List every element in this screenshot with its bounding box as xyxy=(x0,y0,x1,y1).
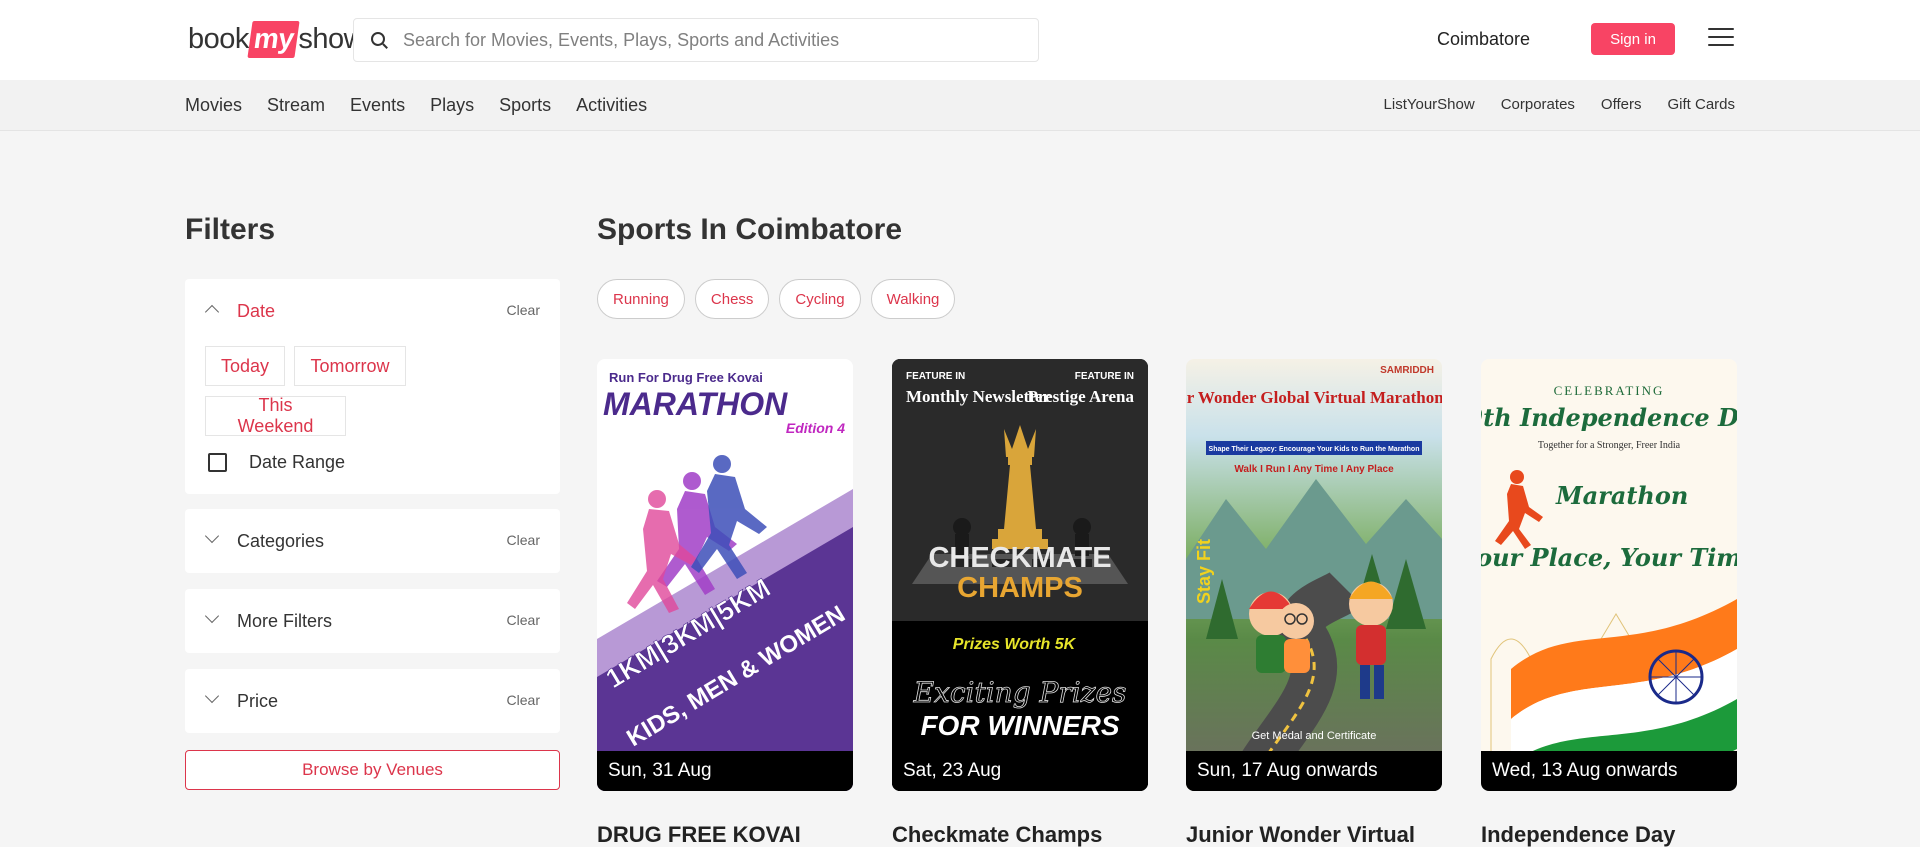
event-poster[interactable]: Run For Drug Free Kovai MARATHON Edition… xyxy=(597,359,853,791)
svg-text:Run For Drug Free Kovai: Run For Drug Free Kovai xyxy=(609,370,763,385)
logo-my: my xyxy=(247,20,300,58)
svg-text:Shape Their Legacy: Encourage: Shape Their Legacy: Encourage Your Kids … xyxy=(1209,446,1420,453)
tag-cycling[interactable]: Cycling xyxy=(779,279,861,319)
svg-text:MARATHON: MARATHON xyxy=(603,386,788,422)
bookmyshow-logo[interactable]: book my show xyxy=(188,18,365,60)
more-filters-panel[interactable]: More Filters Clear xyxy=(185,589,560,653)
svg-text:Prizes Worth 5K: Prizes Worth 5K xyxy=(953,636,1077,653)
hamburger-menu-icon[interactable] xyxy=(1708,28,1734,48)
marathon-poster-art: Run For Drug Free Kovai MARATHON Edition… xyxy=(597,370,853,791)
event-card[interactable]: SAMRIDDH Junior Wonder Global Virtual Ma… xyxy=(1186,359,1442,847)
chevron-down-icon xyxy=(204,608,220,624)
event-date: Sat, 23 Aug xyxy=(892,751,1148,791)
svg-text:Walk I Run I Any Time I Any Pl: Walk I Run I Any Time I Any Place xyxy=(1234,464,1394,475)
svg-text:CELEBRATING: CELEBRATING xyxy=(1554,383,1665,398)
tag-walking[interactable]: Walking xyxy=(870,279,956,319)
event-card[interactable]: FEATURE IN FEATURE IN Monthly Newsletter… xyxy=(892,359,1148,847)
price-filter-panel[interactable]: Price Clear xyxy=(185,669,560,733)
browse-by-venues-button[interactable]: Browse by Venues xyxy=(185,750,560,790)
search-input[interactable] xyxy=(403,20,1038,60)
svg-text:CHECKMATE: CHECKMATE xyxy=(928,542,1111,574)
more-filters-title: More Filters xyxy=(237,611,333,631)
chevron-down-icon xyxy=(204,688,220,704)
svg-text:79th Independence Day: 79th Independence Day xyxy=(1481,403,1737,432)
nav-events[interactable]: Events xyxy=(350,95,405,116)
sign-in-button[interactable]: Sign in xyxy=(1591,23,1675,55)
filters-heading: Filters xyxy=(185,213,276,246)
date-clear-link[interactable]: Clear xyxy=(507,302,540,318)
chess-poster-art: FEATURE IN FEATURE IN Monthly Newsletter… xyxy=(892,359,1148,791)
svg-text:Your Place, Your Time: Your Place, Your Time xyxy=(1481,543,1737,572)
nav-movies[interactable]: Movies xyxy=(185,95,242,116)
date-option-tomorrow[interactable]: Tomorrow xyxy=(294,346,406,386)
svg-text:Get Medal and Certificate: Get Medal and Certificate xyxy=(1252,730,1377,742)
logo-book: book xyxy=(188,22,249,55)
svg-text:FEATURE IN: FEATURE IN xyxy=(906,371,965,382)
svg-text:Junior Wonder Global Virtual M: Junior Wonder Global Virtual Marathon 20… xyxy=(1186,388,1442,407)
event-title[interactable]: Junior Wonder Virtual xyxy=(1186,822,1415,847)
svg-text:Stay Fit: Stay Fit xyxy=(1194,539,1214,604)
tag-chess[interactable]: Chess xyxy=(694,279,770,319)
chevron-down-icon xyxy=(204,528,220,544)
nav-activities[interactable]: Activities xyxy=(576,95,647,116)
nav-sports[interactable]: Sports xyxy=(499,95,551,116)
svg-text:SAMRIDDH: SAMRIDDH xyxy=(1380,365,1434,376)
categories-filter-panel[interactable]: Categories Clear xyxy=(185,509,560,573)
city-selector[interactable]: Coimbatore xyxy=(1437,29,1530,50)
tag-running[interactable]: Running xyxy=(597,279,685,319)
nav-listyourshow[interactable]: ListYourShow xyxy=(1384,96,1475,113)
svg-text:Exciting Prizes: Exciting Prizes xyxy=(913,676,1127,709)
event-card[interactable]: CELEBRATING 79th Independence Day Togeth… xyxy=(1481,359,1737,847)
svg-text:FEATURE IN: FEATURE IN xyxy=(1075,371,1134,382)
date-option-today[interactable]: Today xyxy=(205,346,285,386)
event-title[interactable]: Independence Day xyxy=(1481,822,1675,847)
junior-marathon-poster-art: SAMRIDDH Junior Wonder Global Virtual Ma… xyxy=(1186,365,1442,791)
independence-day-poster-art: CELEBRATING 79th Independence Day Togeth… xyxy=(1481,383,1737,791)
nav-plays[interactable]: Plays xyxy=(430,95,474,116)
date-filter-panel: Date Clear Today Tomorrow This Weekend D… xyxy=(185,279,560,494)
svg-text:CHAMPS: CHAMPS xyxy=(957,572,1083,604)
top-header: bookmyshow Coimbatore Sign in xyxy=(0,0,1920,80)
page-title: Sports In Coimbatore xyxy=(597,213,903,246)
event-card[interactable]: Run For Drug Free Kovai MARATHON Edition… xyxy=(597,359,853,847)
nav-corporates[interactable]: Corporates xyxy=(1501,96,1575,113)
event-poster[interactable]: SAMRIDDH Junior Wonder Global Virtual Ma… xyxy=(1186,359,1442,791)
more-filters-clear-link[interactable]: Clear xyxy=(507,612,540,628)
event-title[interactable]: DRUG FREE KOVAI xyxy=(597,822,801,847)
nav-stream[interactable]: Stream xyxy=(267,95,325,116)
nav-offers[interactable]: Offers xyxy=(1601,96,1642,113)
event-date: Sun, 17 Aug onwards xyxy=(1186,751,1442,791)
event-title[interactable]: Checkmate Champs xyxy=(892,822,1102,847)
categories-filter-title: Categories xyxy=(237,531,325,551)
date-range-checkbox[interactable] xyxy=(208,453,227,472)
svg-text:Edition 4: Edition 4 xyxy=(786,420,845,436)
svg-text:Together for a Stronger, Freer: Together for a Stronger, Freer India xyxy=(1538,440,1681,451)
event-poster[interactable]: FEATURE IN FEATURE IN Monthly Newsletter… xyxy=(892,359,1148,791)
event-poster[interactable]: CELEBRATING 79th Independence Day Togeth… xyxy=(1481,359,1737,791)
price-filter-title: Price xyxy=(237,691,279,711)
date-option-this-weekend[interactable]: This Weekend xyxy=(205,395,346,436)
date-filter-title[interactable]: Date xyxy=(237,301,275,322)
nav-gift-cards[interactable]: Gift Cards xyxy=(1667,96,1735,113)
event-date: Wed, 13 Aug onwards xyxy=(1481,751,1737,791)
svg-text:FOR WINNERS: FOR WINNERS xyxy=(920,710,1119,741)
svg-text:Prestige Arena: Prestige Arena xyxy=(1027,387,1134,406)
event-date: Sun, 31 Aug xyxy=(597,751,853,791)
svg-text:Marathon: Marathon xyxy=(1555,481,1688,510)
category-tags: Running Chess Cycling Walking xyxy=(597,279,965,319)
date-range-label: Date Range xyxy=(249,452,346,472)
price-clear-link[interactable]: Clear xyxy=(507,692,540,708)
chevron-up-icon[interactable] xyxy=(204,304,220,320)
categories-clear-link[interactable]: Clear xyxy=(507,532,540,548)
sub-navigation: Movies Stream Events Plays Sports Activi… xyxy=(0,80,1920,131)
search-bar[interactable] xyxy=(353,18,1039,62)
search-icon xyxy=(369,30,389,50)
